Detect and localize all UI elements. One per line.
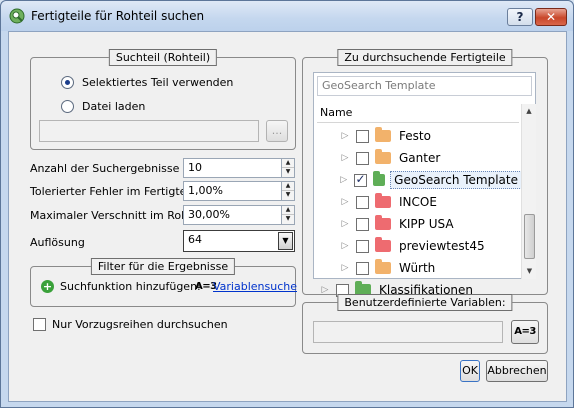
custom-vars-group-title: Benutzerdefinierte Variablen: xyxy=(337,294,513,311)
tree-row[interactable]: ▷ INCOE xyxy=(317,191,522,213)
custom-vars-group: Benutzerdefinierte Variablen: A=3 xyxy=(302,294,548,354)
expand-arrow-icon[interactable]: ▷ xyxy=(339,241,351,251)
tolerance-label: Tolerierter Fehler im Fertigteil xyxy=(30,185,193,198)
custom-vars-button[interactable]: A=3 xyxy=(511,320,539,344)
tree-row[interactable]: ▷ previewtest45 xyxy=(317,235,522,257)
preferred-series-checkbox[interactable] xyxy=(33,318,46,331)
scroll-thumb[interactable] xyxy=(524,214,535,259)
close-button[interactable]: ✕ xyxy=(535,8,567,26)
column-header-name[interactable]: Name xyxy=(317,104,519,123)
tree-row-label: Würth xyxy=(399,261,436,275)
resolution-combobox[interactable]: 64 ▼ xyxy=(183,230,295,252)
filter-group-title: Filter für die Ergebnisse xyxy=(90,258,236,275)
expand-arrow-icon[interactable]: ▷ xyxy=(319,285,331,295)
tree-row-label: Festo xyxy=(399,129,431,143)
folder-icon xyxy=(372,171,386,186)
search-part-group: Suchteil (Rohteil) Selektiertes Teil ver… xyxy=(30,49,296,150)
result-count-value: 10 xyxy=(188,161,202,174)
folder-icon xyxy=(375,237,391,252)
tree-row[interactable]: ▷ Festo xyxy=(317,125,522,147)
browse-button[interactable]: ... xyxy=(266,120,288,142)
preferred-series-label: Nur Vorzugsreihen durchsuchen xyxy=(52,318,228,331)
tree-row[interactable]: ▷ Würth xyxy=(317,257,522,279)
folder-icon xyxy=(375,215,391,230)
app-icon xyxy=(9,8,25,24)
tree-row-checkbox[interactable] xyxy=(353,172,367,187)
tree-row[interactable]: ▷ GeoSearch Template xyxy=(317,169,522,191)
cancel-button[interactable]: Abbrechen xyxy=(486,360,548,382)
ok-button[interactable]: OK xyxy=(460,360,480,382)
waste-label: Maximaler Verschnitt im Rohteil xyxy=(30,209,206,222)
parts-group: Zu durchsuchende Fertigteile GeoSearch T… xyxy=(302,49,548,297)
tree-row-checkbox[interactable] xyxy=(356,239,369,253)
search-part-group-title: Suchteil (Rohteil) xyxy=(108,49,218,66)
folder-icon xyxy=(375,193,391,208)
folder-icon xyxy=(375,259,391,274)
tree-row-label: KIPP USA xyxy=(399,217,454,231)
add-icon[interactable]: + xyxy=(41,280,54,293)
tree-row[interactable]: ▷ Ganter xyxy=(317,147,522,169)
file-path-field[interactable] xyxy=(39,120,259,142)
result-count-spinner[interactable]: 10 ▲ ▼ xyxy=(183,158,295,178)
result-count-label: Anzahl der Suchergebnisse xyxy=(30,162,180,175)
tree-row-checkbox[interactable] xyxy=(356,129,369,143)
parts-tree-rows: ▷ Festo ▷ Ganter ▷ GeoSearch Template ▷ INCOE ▷ K… xyxy=(317,125,522,301)
variable-search-link[interactable]: Variablensuche xyxy=(213,280,297,293)
chevron-down-icon[interactable]: ▼ xyxy=(278,232,293,250)
window-title: Fertigteile für Rohteil suchen xyxy=(31,9,205,23)
tree-row-label: previewtest45 xyxy=(399,239,485,253)
custom-vars-input[interactable] xyxy=(313,321,503,343)
folder-icon xyxy=(375,149,391,164)
scroll-down-icon[interactable]: ▼ xyxy=(522,264,537,279)
tolerance-spin-buttons[interactable]: ▲ ▼ xyxy=(281,182,294,200)
load-file-radio[interactable] xyxy=(61,99,74,113)
dialog-client-area: Suchteil (Rohteil) Selektiertes Teil ver… xyxy=(8,31,567,402)
tolerance-spinner[interactable]: 1,00% ▲ ▼ xyxy=(183,181,295,201)
folder-icon xyxy=(375,127,391,142)
tree-row-label: GeoSearch Template xyxy=(390,171,522,189)
filter-group: Filter für die Ergebnisse + Suchfunktion… xyxy=(30,258,297,307)
resolution-label: Auflösung xyxy=(30,236,85,249)
parts-search-input[interactable]: GeoSearch Template xyxy=(317,76,532,96)
selected-part-label: Selektiertes Teil verwenden xyxy=(82,75,234,89)
resolution-value: 64 xyxy=(188,233,202,246)
dialog-window: Fertigteile für Rohteil suchen ? ✕ Sucht… xyxy=(0,0,574,408)
tree-row-checkbox[interactable] xyxy=(356,217,369,231)
radio-selected-part-row[interactable]: Selektiertes Teil verwenden xyxy=(61,74,233,90)
parts-tree: GeoSearch Template Name ▷ Festo ▷ Ganter ▷ Ge… xyxy=(313,72,536,297)
tree-row-checkbox[interactable] xyxy=(356,195,369,209)
waste-spin-buttons[interactable]: ▲ ▼ xyxy=(281,206,294,224)
parts-group-title: Zu durchsuchende Fertigteile xyxy=(337,49,513,66)
expand-arrow-icon[interactable]: ▷ xyxy=(339,263,351,273)
tree-row-label: INCOE xyxy=(399,195,437,209)
title-bar[interactable]: Fertigteile für Rohteil suchen ? ✕ xyxy=(1,1,573,31)
load-file-label: Datei laden xyxy=(82,99,146,113)
variable-icon: A=3 xyxy=(514,326,536,337)
waste-value: 30,00% xyxy=(188,208,230,221)
scroll-up-icon[interactable]: ▲ xyxy=(522,104,536,119)
tree-row[interactable]: ▷ KIPP USA xyxy=(317,213,522,235)
help-button[interactable]: ? xyxy=(507,8,533,26)
expand-arrow-icon[interactable]: ▷ xyxy=(339,153,351,163)
selected-part-radio[interactable] xyxy=(61,75,74,89)
preferred-series-row[interactable]: Nur Vorzugsreihen durchsuchen xyxy=(33,318,228,331)
parts-tree-scrollbar[interactable]: ▲ ▼ xyxy=(521,104,536,279)
tree-row-checkbox[interactable] xyxy=(356,261,369,275)
expand-arrow-icon[interactable]: ▷ xyxy=(339,175,349,185)
expand-arrow-icon[interactable]: ▷ xyxy=(339,131,351,141)
add-function-label: Suchfunktion hinzufügen: xyxy=(60,280,201,293)
result-count-spin-buttons[interactable]: ▲ ▼ xyxy=(281,159,294,177)
waste-spinner[interactable]: 30,00% ▲ ▼ xyxy=(183,205,295,225)
tree-row-checkbox[interactable] xyxy=(356,151,369,165)
radio-load-file-row[interactable]: Datei laden xyxy=(61,98,145,114)
expand-arrow-icon[interactable]: ▷ xyxy=(339,219,351,229)
tolerance-value: 1,00% xyxy=(188,184,223,197)
expand-arrow-icon[interactable]: ▷ xyxy=(339,197,351,207)
tree-row-label: Ganter xyxy=(399,151,441,165)
